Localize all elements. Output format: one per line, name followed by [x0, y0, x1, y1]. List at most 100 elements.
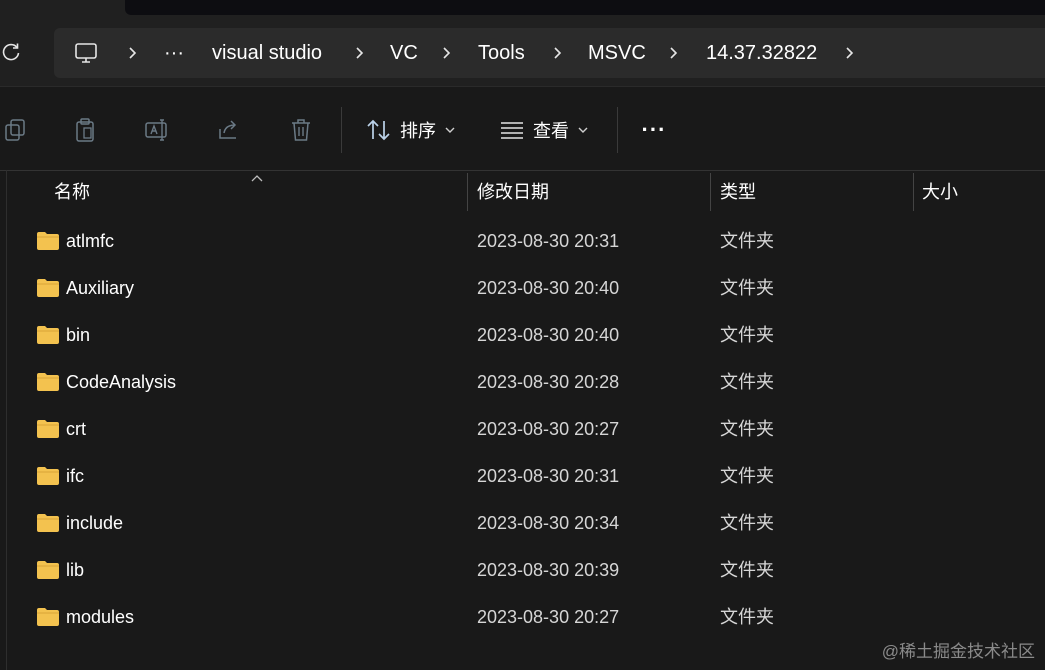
file-name: include [66, 513, 124, 533]
file-type: 文件夹 [720, 325, 774, 345]
chevron-down-icon [445, 127, 455, 133]
breadcrumb-overflow[interactable]: ··· [164, 28, 184, 78]
file-modified-date: 2023-08-30 20:27 [477, 419, 620, 439]
file-row[interactable]: lib 2023-08-30 20:39 文件夹 [0, 547, 1045, 594]
folder-icon [37, 373, 59, 391]
column-header-row: 名称 修改日期 类型 大小 [0, 170, 1045, 212]
file-type: 文件夹 [720, 419, 774, 439]
file-row[interactable]: Auxiliary 2023-08-30 20:40 文件夹 [0, 265, 1045, 312]
delete-button[interactable] [286, 115, 316, 145]
share-icon [219, 120, 237, 139]
file-modified-date: 2023-08-30 20:34 [477, 513, 620, 533]
chevron-right-icon [443, 47, 451, 59]
breadcrumb-version[interactable]: 14.37.32822 [706, 28, 817, 78]
trash-icon [292, 119, 310, 141]
file-row[interactable]: include 2023-08-30 20:34 文件夹 [0, 500, 1045, 547]
file-name: crt [66, 419, 86, 439]
file-row[interactable]: crt 2023-08-30 20:27 文件夹 [0, 406, 1045, 453]
address-bar[interactable]: ··· visual studio VC Tools MSVC 14.37.32… [54, 28, 1045, 78]
file-name: ifc [66, 466, 84, 486]
folder-icon [37, 279, 59, 297]
sort-label: 排序 [400, 121, 436, 141]
file-row[interactable]: bin 2023-08-30 20:40 文件夹 [0, 312, 1045, 359]
share-button[interactable] [214, 115, 244, 145]
file-row[interactable]: atlmfc 2023-08-30 20:31 文件夹 [0, 218, 1045, 265]
column-divider[interactable] [467, 173, 468, 211]
file-row[interactable]: CodeAnalysis 2023-08-30 20:28 文件夹 [0, 359, 1045, 406]
this-pc-button[interactable] [72, 28, 100, 78]
toolbar-divider [617, 107, 618, 153]
file-type: 文件夹 [720, 607, 774, 627]
title-strip [0, 0, 1045, 18]
view-label: 查看 [533, 121, 569, 141]
column-header-size[interactable]: 大小 [922, 171, 958, 213]
breadcrumb-separator[interactable] [550, 28, 564, 78]
chevron-right-icon [846, 47, 854, 59]
refresh-icon [2, 43, 20, 61]
file-modified-date: 2023-08-30 20:27 [477, 607, 620, 627]
breadcrumb-separator[interactable] [352, 28, 366, 78]
breadcrumb-separator[interactable] [666, 28, 680, 78]
column-header-name[interactable]: 名称 [54, 171, 90, 213]
breadcrumb-tools[interactable]: Tools [478, 28, 525, 78]
sort-button[interactable]: 排序 [366, 111, 456, 149]
file-name: atlmfc [66, 231, 115, 251]
view-button[interactable]: 查看 [499, 111, 589, 149]
file-type: 文件夹 [720, 513, 774, 533]
file-name: Auxiliary [66, 278, 135, 298]
file-type: 文件夹 [720, 560, 774, 580]
folder-icon [37, 561, 59, 579]
view-list-icon [501, 122, 523, 139]
file-modified-date: 2023-08-30 20:40 [477, 278, 620, 298]
folder-icon [37, 514, 59, 532]
breadcrumb-separator[interactable] [125, 28, 139, 78]
folder-icon [37, 608, 59, 626]
copy-icon [5, 119, 25, 141]
file-type: 文件夹 [720, 372, 774, 392]
refresh-button[interactable] [0, 40, 22, 64]
monitor-icon [75, 43, 97, 63]
folder-icon [37, 467, 59, 485]
chevron-right-icon [129, 47, 137, 59]
file-type: 文件夹 [720, 466, 774, 486]
column-divider[interactable] [913, 173, 914, 211]
file-modified-date: 2023-08-30 20:40 [477, 325, 620, 345]
file-name: CodeAnalysis [66, 372, 177, 392]
paste-icon [76, 118, 94, 142]
breadcrumb-separator[interactable] [842, 28, 856, 78]
file-modified-date: 2023-08-30 20:39 [477, 560, 620, 580]
file-modified-date: 2023-08-30 20:31 [477, 466, 620, 486]
rename-button[interactable] [142, 115, 172, 145]
file-row[interactable]: modules 2023-08-30 20:27 文件夹 [0, 594, 1045, 641]
toolbar-divider [341, 107, 342, 153]
watermark: @稀土掘金技术社区 [881, 642, 1035, 661]
column-divider[interactable] [710, 173, 711, 211]
file-modified-date: 2023-08-30 20:28 [477, 372, 620, 392]
command-bar: 排序 查看 ··· [0, 86, 1045, 170]
paste-button[interactable] [70, 115, 100, 145]
more-options-button[interactable]: ··· [639, 115, 669, 145]
breadcrumb-separator[interactable] [439, 28, 453, 78]
column-header-date[interactable]: 修改日期 [477, 171, 549, 213]
file-type: 文件夹 [720, 231, 774, 251]
breadcrumb-msvc[interactable]: MSVC [588, 28, 646, 78]
file-explorer-window: ··· visual studio VC Tools MSVC 14.37.32… [0, 0, 1045, 670]
chevron-right-icon [670, 47, 678, 59]
file-name: modules [66, 607, 135, 627]
navigation-row: ··· visual studio VC Tools MSVC 14.37.32… [0, 18, 1045, 86]
copy-button[interactable] [0, 115, 30, 145]
tab-strip[interactable] [125, 0, 1045, 15]
sort-ascending-icon [251, 175, 263, 182]
rename-icon [145, 119, 167, 141]
breadcrumb-vc[interactable]: VC [390, 28, 418, 78]
breadcrumb-visual-studio[interactable]: visual studio [212, 28, 322, 78]
folder-icon [37, 420, 59, 438]
file-row[interactable]: ifc 2023-08-30 20:31 文件夹 [0, 453, 1045, 500]
file-list: atlmfc 2023-08-30 20:31 文件夹 Auxiliary 2023-0… [0, 218, 1045, 641]
file-modified-date: 2023-08-30 20:31 [477, 231, 620, 251]
sort-icon [367, 119, 390, 141]
column-header-type[interactable]: 类型 [720, 171, 756, 213]
file-name: bin [66, 325, 91, 345]
chevron-right-icon [356, 47, 364, 59]
folder-icon [37, 232, 59, 250]
